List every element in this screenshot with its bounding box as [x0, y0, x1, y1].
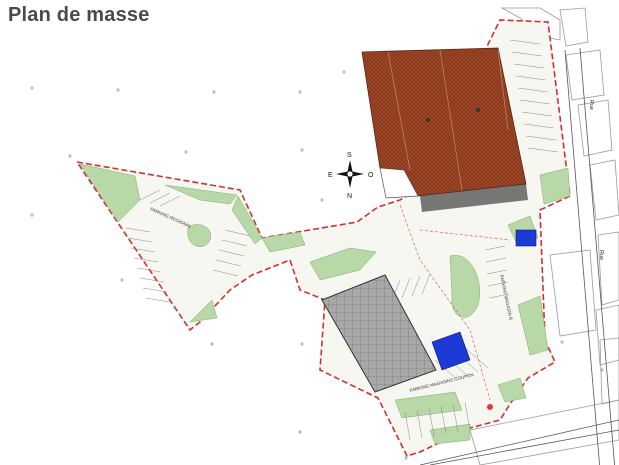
road-label-top: Rue [588, 100, 594, 110]
entrance-marker [487, 404, 493, 410]
site-plan-drawing: S N E O Rue Rue PARKING REGIONAL PARKING… [30, 7, 619, 465]
compass-east-label: E [328, 172, 333, 179]
compass-south-label: S [347, 152, 352, 159]
main-building-roof [361, 47, 528, 212]
compass-north-label: N [347, 193, 352, 200]
road-label-bottom: Rue [598, 250, 604, 260]
compass-west-label: O [368, 172, 374, 179]
site-plan-page: Plan de masse S N E O Rue Rue PARKING RE… [0, 0, 619, 465]
compass-rose: S N E O [328, 152, 374, 200]
